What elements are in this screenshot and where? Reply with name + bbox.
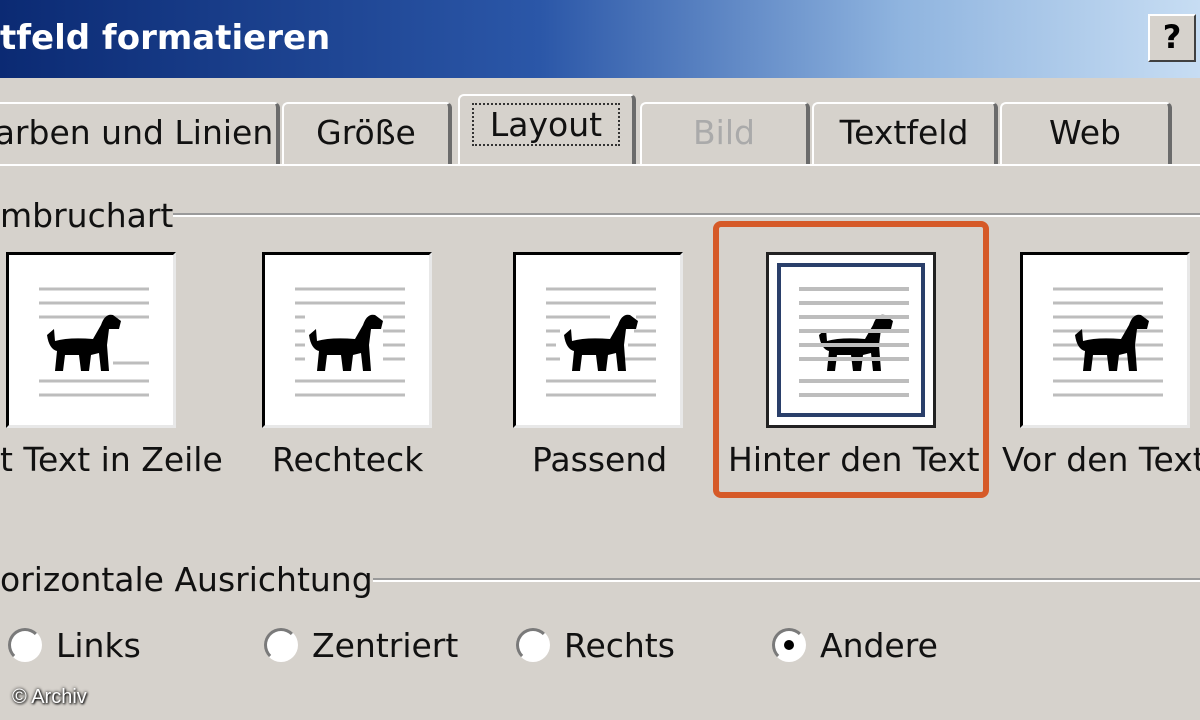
copyright-watermark: © Archiv: [12, 686, 87, 708]
square-wrap-dog-icon[interactable]: [262, 252, 432, 428]
radio-zentriert[interactable]: [264, 628, 298, 662]
radio-andere[interactable]: [772, 628, 806, 662]
dialog-title: tfeld formatieren: [0, 18, 331, 58]
selection-highlight-frame: [713, 221, 989, 498]
tight-wrap-dog-icon[interactable]: [513, 252, 683, 428]
tab-web[interactable]: Web: [1000, 102, 1172, 164]
radio-label-andere[interactable]: Andere: [820, 626, 938, 665]
wrap-option-label-inline[interactable]: t Text in Zeile: [0, 440, 223, 479]
tab-bild: Bild: [640, 102, 810, 164]
wrap-option-label-rechteck[interactable]: Rechteck: [272, 440, 423, 479]
radio-rechts[interactable]: [516, 628, 550, 662]
title-bar[interactable]: tfeld formatieren ?: [0, 0, 1200, 78]
help-button[interactable]: ?: [1148, 14, 1196, 62]
wrap-group-divider: [170, 213, 1200, 217]
radio-label-zentriert[interactable]: Zentriert: [312, 626, 458, 665]
radio-label-links[interactable]: Links: [56, 626, 141, 665]
radio-links[interactable]: [8, 628, 42, 662]
wrap-option-label-vor-den-text[interactable]: Vor den Text: [1002, 440, 1200, 479]
tab-farben-und-linien[interactable]: arben und Linien: [0, 102, 280, 164]
align-group-divider: [362, 578, 1200, 582]
wrap-option-label-passend[interactable]: Passend: [532, 440, 667, 479]
wrap-group-label: mbruchart: [0, 196, 174, 235]
in-front-of-text-dog-icon[interactable]: [1020, 252, 1190, 428]
tab-panel-border: [0, 164, 1200, 166]
radio-checked-dot: [784, 640, 794, 650]
align-group-label: orizontale Ausrichtung: [0, 560, 373, 599]
tab-layout[interactable]: Layout: [458, 94, 636, 164]
inline-text-dog-icon[interactable]: [6, 252, 176, 428]
radio-label-rechts[interactable]: Rechts: [564, 626, 675, 665]
tab-groesse[interactable]: Größe: [282, 102, 452, 164]
tab-textfeld[interactable]: Textfeld: [812, 102, 998, 164]
